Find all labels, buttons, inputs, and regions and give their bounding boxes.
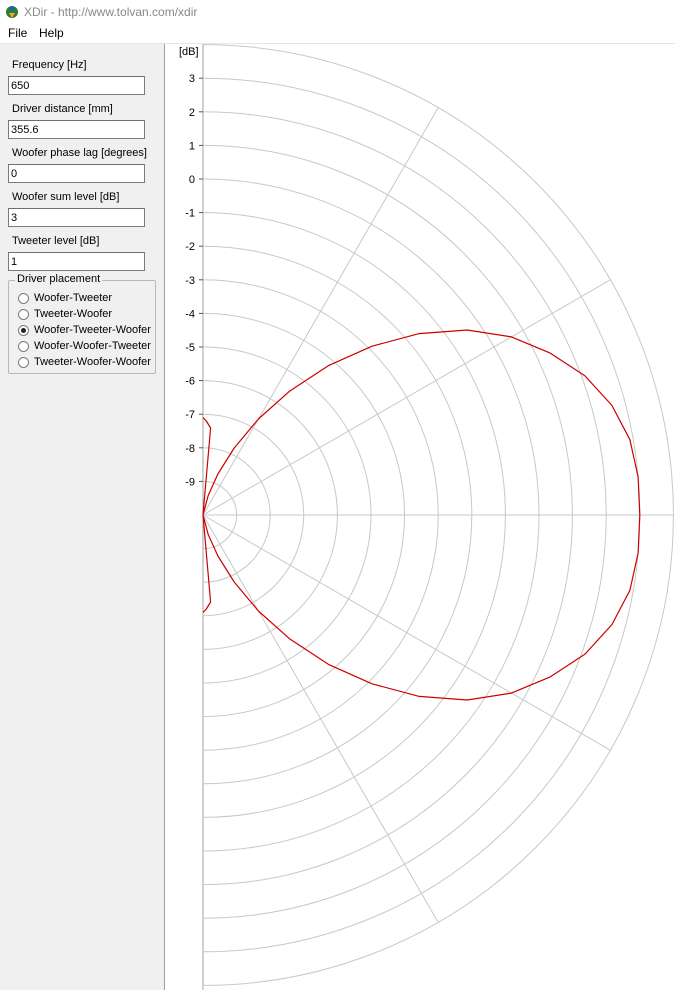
woofer-sum-level-input[interactable] bbox=[8, 208, 145, 227]
grid-spoke bbox=[202, 514, 439, 923]
radio-label: Woofer-Tweeter bbox=[34, 292, 113, 304]
radial-tick-label: -4 bbox=[185, 308, 195, 320]
unit-label: [dB] bbox=[179, 46, 199, 58]
menu-file[interactable]: File bbox=[6, 26, 29, 40]
grid-spoke bbox=[202, 514, 611, 751]
radial-tick-label: -5 bbox=[185, 342, 195, 354]
radial-tick-label: 0 bbox=[189, 174, 195, 186]
woofer-sum-level-label: Woofer sum level [dB] bbox=[12, 191, 120, 203]
radial-tick-label: 1 bbox=[189, 140, 195, 152]
radial-tick-label: -3 bbox=[185, 275, 195, 287]
xdir-app-icon bbox=[6, 6, 18, 18]
grid-spoke bbox=[202, 279, 611, 516]
radio-circle-selected-icon[interactable] bbox=[18, 325, 29, 336]
menu-bar: File Help bbox=[0, 24, 675, 44]
radio-circle-icon[interactable] bbox=[18, 309, 29, 320]
radio-circle-icon[interactable] bbox=[18, 293, 29, 304]
radio-label: Tweeter-Woofer bbox=[34, 308, 113, 320]
radial-tick-label: -9 bbox=[185, 476, 195, 488]
radio-circle-icon[interactable] bbox=[18, 357, 29, 368]
polar-plot-area: [dB] 3 2 1 0 -1 -2 -3 -4 -5 -6 -7 -8 -9 bbox=[165, 44, 675, 990]
settings-panel: Frequency [Hz] Driver distance [mm] Woof… bbox=[0, 44, 165, 990]
woofer-phase-lag-label: Woofer phase lag [degrees] bbox=[12, 147, 147, 159]
radial-tick-label: -8 bbox=[185, 443, 195, 455]
radial-tick-label: -6 bbox=[185, 376, 195, 388]
radial-tick-label: 2 bbox=[189, 107, 195, 119]
driver-distance-input[interactable] bbox=[8, 120, 145, 139]
radio-label: Woofer-Woofer-Tweeter bbox=[34, 340, 151, 352]
driver-placement-legend: Driver placement bbox=[15, 273, 103, 285]
radio-circle-icon[interactable] bbox=[18, 341, 29, 352]
radial-axis: [dB] 3 2 1 0 -1 -2 -3 -4 -5 -6 -7 -8 -9 bbox=[179, 46, 203, 488]
menu-help[interactable]: Help bbox=[37, 26, 66, 40]
grid-spoke bbox=[202, 107, 439, 516]
frequency-label: Frequency [Hz] bbox=[12, 59, 87, 71]
tweeter-level-input[interactable] bbox=[8, 252, 145, 271]
radio-label: Woofer-Tweeter-Woofer bbox=[34, 324, 151, 336]
radial-tick-label: 3 bbox=[189, 73, 195, 85]
radial-tick-label: -2 bbox=[185, 241, 195, 253]
polar-grid bbox=[202, 44, 674, 990]
radio-label: Tweeter-Woofer-Woofer bbox=[34, 356, 151, 368]
polar-plot: [dB] 3 2 1 0 -1 -2 -3 -4 -5 -6 -7 -8 -9 bbox=[179, 44, 674, 990]
tweeter-level-label: Tweeter level [dB] bbox=[12, 235, 100, 247]
frequency-input[interactable] bbox=[8, 76, 145, 95]
radial-tick-label: -1 bbox=[185, 208, 195, 220]
title-bar: XDir - http://www.tolvan.com/xdir bbox=[0, 0, 675, 24]
driver-distance-label: Driver distance [mm] bbox=[12, 103, 113, 115]
radial-tick-label: -7 bbox=[185, 409, 195, 421]
woofer-phase-lag-input[interactable] bbox=[8, 164, 145, 183]
window-title: XDir - http://www.tolvan.com/xdir bbox=[24, 5, 198, 19]
driver-placement-group: Driver placement Woofer-Tweeter Tweeter-… bbox=[8, 273, 156, 374]
